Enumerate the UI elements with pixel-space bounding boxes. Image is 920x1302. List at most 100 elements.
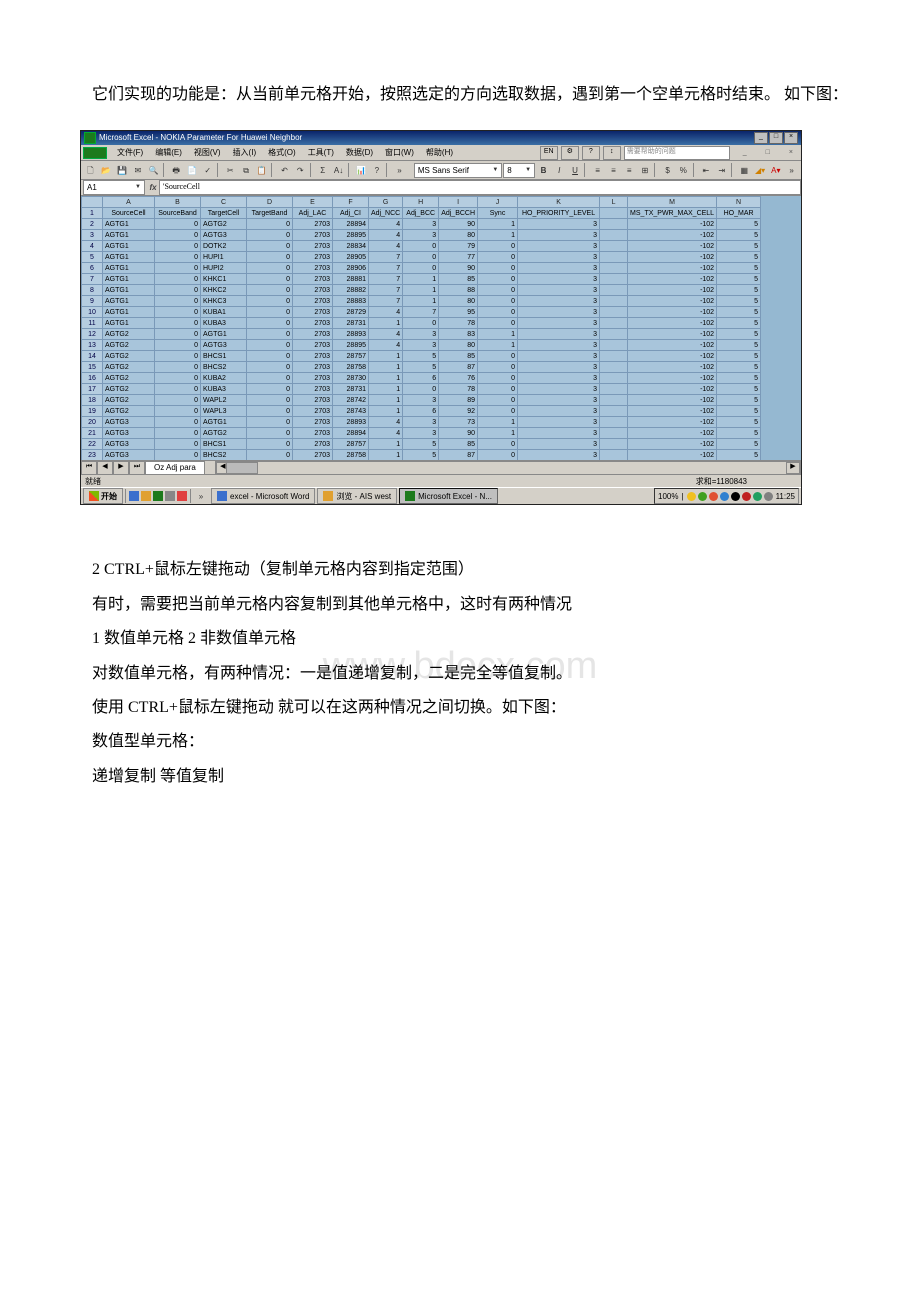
cell[interactable]: 28906 [333,263,369,274]
cell[interactable]: KHKC3 [201,296,247,307]
cell[interactable]: 28882 [333,285,369,296]
cell[interactable]: 4 [369,340,403,351]
inner-close-button[interactable]: × [783,146,799,159]
percent-icon[interactable]: % [676,162,691,178]
cell[interactable]: BHCS2 [201,450,247,461]
cell[interactable]: 3 [518,296,600,307]
more-buttons-icon[interactable]: » [392,162,407,178]
cell[interactable] [600,373,628,384]
name-box[interactable]: A1▼ [83,180,145,195]
row-header[interactable]: 8 [82,285,103,296]
cell[interactable]: 5 [717,340,761,351]
row-header[interactable]: 17 [82,384,103,395]
cell[interactable]: 5 [403,450,439,461]
cell[interactable]: 80 [439,340,478,351]
font-name-box[interactable]: MS Sans Serif▼ [414,163,502,178]
cell[interactable]: 28881 [333,274,369,285]
tray-icon[interactable] [687,492,696,501]
ime-settings-icon[interactable]: ⚙ [561,146,579,160]
cell[interactable]: 3 [518,450,600,461]
cell[interactable]: 0 [155,450,201,461]
taskbar-button[interactable]: excel - Microsoft Word [211,488,315,504]
header-cell[interactable]: Adj_CI [333,208,369,219]
cell[interactable]: 28883 [333,296,369,307]
row-header[interactable]: 4 [82,241,103,252]
cell[interactable]: 3 [518,285,600,296]
cell[interactable]: 5 [717,428,761,439]
currency-icon[interactable]: $ [660,162,675,178]
cell[interactable]: 90 [439,219,478,230]
cell[interactable]: 5 [403,439,439,450]
cell[interactable]: -102 [628,318,717,329]
cell[interactable]: 0 [247,406,293,417]
cell[interactable]: AGTG2 [103,373,155,384]
cell[interactable]: 6 [403,406,439,417]
start-button[interactable]: 开始 [83,488,123,504]
cell[interactable]: 0 [247,274,293,285]
tray-icon[interactable] [720,492,729,501]
cell[interactable]: 6 [403,373,439,384]
tray-icon[interactable] [742,492,751,501]
cell[interactable]: AGTG1 [103,230,155,241]
cell[interactable]: AGTG2 [103,340,155,351]
row-header[interactable]: 21 [82,428,103,439]
cell[interactable]: 0 [478,263,518,274]
align-center-icon[interactable]: ≡ [606,162,621,178]
cell[interactable]: 3 [518,362,600,373]
cell[interactable] [600,230,628,241]
cell[interactable]: 0 [155,373,201,384]
cell[interactable]: AGTG1 [103,307,155,318]
cell[interactable]: 80 [439,230,478,241]
tab-first-icon[interactable]: ⏮ [81,461,97,475]
row-header[interactable]: 2 [82,219,103,230]
cell[interactable]: 7 [403,307,439,318]
cell[interactable]: 2703 [293,351,333,362]
cell[interactable]: 5 [717,230,761,241]
cell[interactable]: 3 [403,329,439,340]
cell[interactable]: -102 [628,428,717,439]
cell[interactable]: 4 [369,428,403,439]
cell[interactable]: -102 [628,307,717,318]
cell[interactable]: 0 [247,439,293,450]
cell[interactable]: 0 [478,296,518,307]
cell[interactable]: -102 [628,252,717,263]
cell[interactable]: AGTG1 [103,219,155,230]
cell[interactable]: 0 [247,230,293,241]
row-header[interactable]: 12 [82,329,103,340]
cell[interactable]: 5 [717,329,761,340]
cell[interactable]: BHCS2 [201,362,247,373]
row-header[interactable]: 1 [82,208,103,219]
row-header[interactable]: 13 [82,340,103,351]
cell[interactable]: 5 [717,384,761,395]
row-header[interactable]: 20 [82,417,103,428]
col-header[interactable]: G [369,197,403,208]
cell[interactable]: BHCS1 [201,351,247,362]
undo-icon[interactable]: ↶ [277,162,292,178]
scroll-right-icon[interactable]: ▶ [786,462,800,474]
cell[interactable]: 28757 [333,351,369,362]
cell[interactable]: 5 [717,241,761,252]
cell[interactable]: 0 [478,406,518,417]
quick-more-icon[interactable]: » [193,488,209,504]
cell[interactable]: 28893 [333,417,369,428]
header-cell[interactable] [600,208,628,219]
cell[interactable]: 0 [478,384,518,395]
cell[interactable]: 1 [369,439,403,450]
tray-icon[interactable] [698,492,707,501]
indent-dec-icon[interactable]: ⇤ [698,162,713,178]
cell[interactable] [600,450,628,461]
cell[interactable]: 5 [717,285,761,296]
cell[interactable]: AGTG2 [103,384,155,395]
cell[interactable]: -102 [628,219,717,230]
cell[interactable]: 0 [155,307,201,318]
cell[interactable]: 5 [717,252,761,263]
cell[interactable] [600,406,628,417]
cell[interactable]: 0 [478,439,518,450]
cell[interactable] [600,351,628,362]
cell[interactable]: 2703 [293,384,333,395]
header-cell[interactable]: SourceCell [103,208,155,219]
cell[interactable]: 83 [439,329,478,340]
cell[interactable]: 28729 [333,307,369,318]
cell[interactable]: 3 [518,230,600,241]
cell[interactable]: 90 [439,263,478,274]
